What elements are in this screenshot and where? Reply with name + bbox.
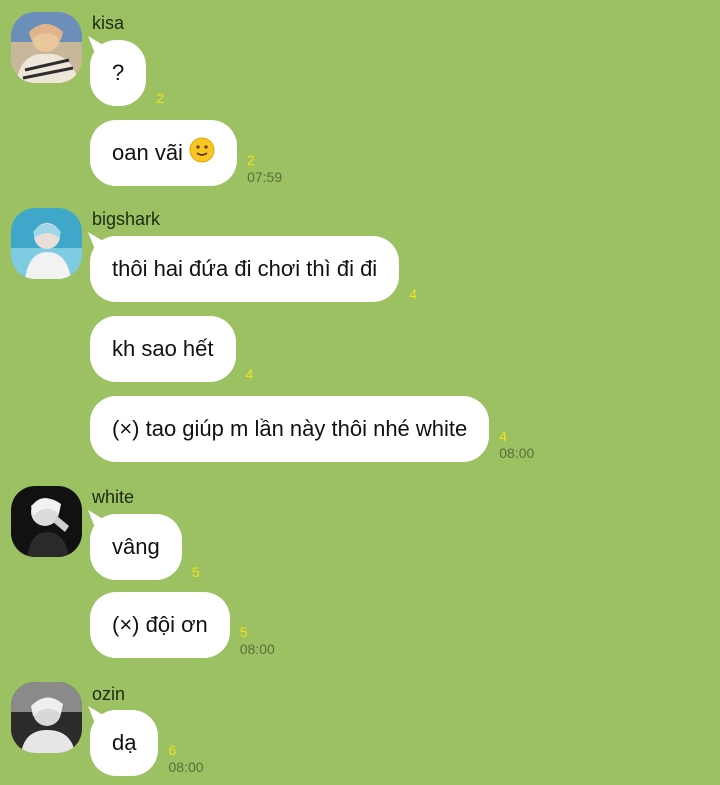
message-row: vâng 5 [90, 514, 200, 580]
message-row: thôi hai đứa đi chơi thì đi đi 4 [90, 236, 417, 302]
message-meta: 5 [192, 564, 200, 580]
read-count: 2 [156, 90, 165, 106]
message-text: (×) đội ơn [112, 612, 208, 637]
avatar-kisa[interactable] [11, 12, 82, 83]
message-meta: 2 [156, 90, 164, 106]
message-bubble[interactable]: ? [90, 40, 147, 106]
message-bubble[interactable]: (×) tao giúp m lần này thôi nhé white [90, 396, 490, 462]
message-bubble[interactable]: oan vãi [90, 120, 238, 189]
sender-name: kisa [92, 13, 125, 33]
message-meta: 5 08:00 [240, 624, 275, 658]
message-time: 08:00 [499, 445, 535, 461]
message-meta: 4 [409, 286, 417, 302]
message-bubble[interactable]: dạ [90, 710, 159, 776]
message-meta: 2 07:59 [247, 152, 282, 186]
message-bubble[interactable]: thôi hai đứa đi chơi thì đi đi [90, 236, 400, 302]
sender-name: bigshark [92, 209, 161, 229]
message-meta: 6 08:00 [168, 742, 203, 776]
message-row: (×) tao giúp m lần này thôi nhé white 4 … [90, 396, 534, 462]
sender-name: ozin [92, 684, 126, 704]
read-count: 6 [168, 742, 177, 758]
read-count: 5 [191, 564, 200, 580]
message-text: thôi hai đứa đi chơi thì đi đi [112, 256, 378, 281]
message-row: (×) đội ơn 5 08:00 [90, 592, 275, 658]
message-row: ? 2 [90, 40, 164, 106]
message-row: oan vãi 2 07:59 [90, 120, 282, 186]
message-bubble[interactable]: (×) đội ơn [90, 592, 230, 658]
message-time: 08:00 [168, 759, 204, 775]
avatar-bigshark[interactable] [11, 208, 82, 279]
message-text: oan vãi [112, 140, 183, 165]
message-text: ? [112, 60, 125, 85]
message-text: vâng [112, 534, 160, 559]
message-meta: 4 08:00 [499, 428, 534, 462]
slightly-smiling-face-icon [189, 123, 215, 189]
message-time: 07:59 [247, 169, 283, 185]
avatar-white[interactable] [11, 486, 82, 557]
message-bubble[interactable]: kh sao hết [90, 316, 236, 382]
message-text: (×) tao giúp m lần này thôi nhé white [112, 416, 468, 441]
read-count: 4 [245, 366, 254, 382]
sender-name: white [92, 487, 135, 507]
message-text: kh sao hết [112, 336, 214, 361]
read-count: 4 [499, 428, 508, 444]
message-meta: 4 [246, 366, 254, 382]
message-time: 08:00 [239, 641, 275, 657]
read-count: 2 [247, 152, 255, 168]
message-text: dạ [112, 730, 137, 755]
read-count: 5 [239, 624, 248, 640]
read-count: 4 [409, 286, 417, 302]
avatar-ozin[interactable] [11, 682, 82, 753]
message-row: kh sao hết 4 [90, 316, 253, 382]
message-row: dạ 6 08:00 [90, 710, 204, 776]
message-bubble[interactable]: vâng [90, 514, 182, 580]
